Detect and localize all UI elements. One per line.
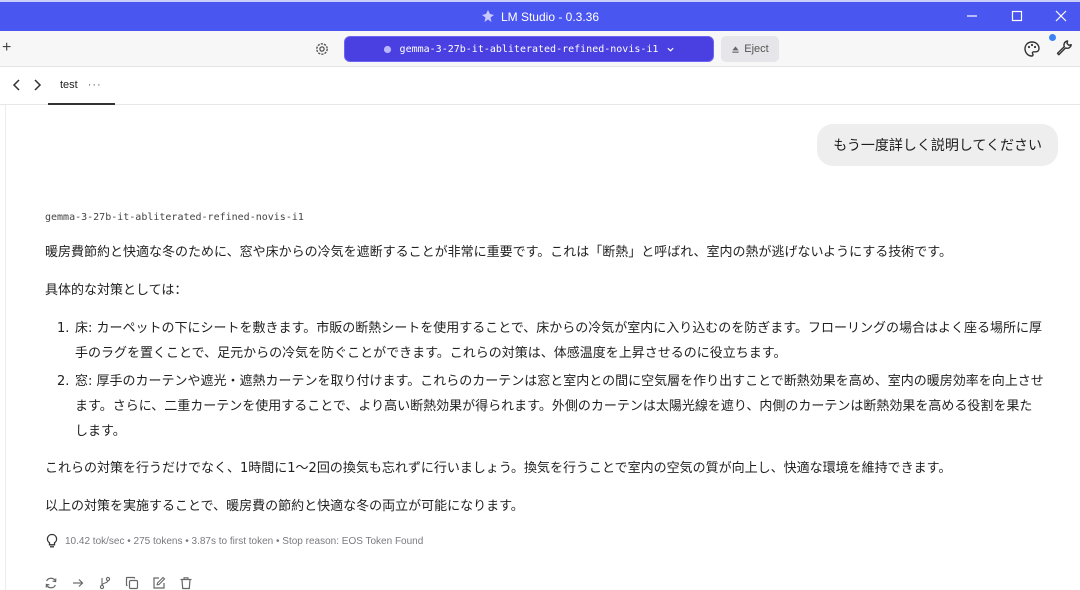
- sidebar-divider: [5, 105, 6, 590]
- list-item-text: 窓: 厚手のカーテンや遮光・遮熱カーテンを取り付けます。これらのカーテンは窓と室…: [75, 374, 1044, 439]
- chevron-left-icon[interactable]: [10, 78, 24, 92]
- message-actions: [44, 576, 193, 590]
- user-message-text: もう一度詳しく説明してください: [833, 138, 1042, 154]
- model-selector-label: gemma-3-27b-it-abliterated-refined-novis…: [399, 43, 659, 55]
- plus-icon: +: [2, 39, 12, 56]
- eject-label: Eject: [744, 43, 769, 55]
- minimize-icon: [967, 15, 977, 17]
- list-item: 2. 窓: 厚手のカーテンや遮光・遮熱カーテンを取り付けます。これらのカーテンは…: [45, 369, 1045, 444]
- window-title: LM Studio - 0.3.36: [500, 10, 600, 24]
- close-icon: [1055, 10, 1067, 22]
- title-bar: LM Studio - 0.3.36: [0, 0, 1080, 31]
- tab-bar: test ···: [0, 67, 1080, 105]
- arrow-right-icon[interactable]: [71, 576, 85, 590]
- tab-label: test: [60, 79, 78, 91]
- lmstudio-logo-icon: [481, 10, 494, 22]
- user-message-bubble: もう一度詳しく説明してください: [817, 124, 1058, 166]
- lightbulb-icon: [46, 533, 58, 548]
- assistant-paragraph: 具体的な対策としては：: [45, 283, 188, 298]
- maximize-button[interactable]: [1005, 6, 1029, 26]
- model-selector[interactable]: gemma-3-27b-it-abliterated-refined-novis…: [344, 36, 714, 62]
- assistant-model-label: gemma-3-27b-it-abliterated-refined-novis…: [45, 212, 304, 223]
- gear-icon[interactable]: [313, 40, 331, 58]
- new-chat-button[interactable]: +: [2, 39, 11, 57]
- chevron-down-icon: [667, 47, 675, 52]
- wrench-icon[interactable]: [1055, 39, 1073, 57]
- window-title-area: LM Studio - 0.3.36: [0, 9, 1080, 24]
- edit-icon[interactable]: [152, 576, 166, 590]
- list-item: 1. 床: カーペットの下にシートを敷きます。市販の断熱シートを使用することで、…: [45, 316, 1045, 366]
- maximize-icon: [1011, 10, 1023, 22]
- tab-test[interactable]: test ···: [48, 67, 115, 105]
- assistant-ordered-list: 1. 床: カーペットの下にシートを敷きます。市販の断熱シートを使用することで、…: [45, 316, 1045, 447]
- tab-more-button[interactable]: ···: [88, 79, 102, 91]
- list-item-number: 2.: [57, 374, 70, 389]
- trash-icon[interactable]: [179, 576, 193, 590]
- assistant-paragraph: 暖房費節約と快適な冬のために、窓や床からの冷気を遮断することが非常に重要です。こ…: [45, 245, 953, 260]
- chevron-right-icon[interactable]: [30, 78, 44, 92]
- top-toolbar: + gemma-3-27b-it-abliterated-refined-nov…: [0, 31, 1080, 67]
- model-icon: [383, 45, 391, 53]
- list-item-number: 1.: [57, 321, 70, 336]
- branch-icon[interactable]: [98, 576, 112, 590]
- palette-icon[interactable]: [1023, 40, 1041, 58]
- assistant-paragraph: これらの対策を行うだけでなく、1時間に1〜2回の換気も忘れずに行いましょう。換気…: [45, 461, 952, 476]
- list-item-text: 床: カーペットの下にシートを敷きます。市販の断熱シートを使用することで、床から…: [75, 321, 1043, 361]
- minimize-button[interactable]: [960, 6, 984, 26]
- assistant-paragraph: 以上の対策を実施することで、暖房費の節約と快適な冬の両立が可能になります。: [45, 499, 524, 514]
- generation-stats-text: 10.42 tok/sec • 275 tokens • 3.87s to fi…: [65, 535, 424, 547]
- generation-stats: 10.42 tok/sec • 275 tokens • 3.87s to fi…: [45, 533, 423, 549]
- close-button[interactable]: [1049, 6, 1073, 26]
- regenerate-icon[interactable]: [44, 576, 58, 590]
- copy-icon[interactable]: [125, 576, 139, 590]
- eject-button[interactable]: Eject: [721, 36, 779, 62]
- eject-icon: [732, 45, 739, 53]
